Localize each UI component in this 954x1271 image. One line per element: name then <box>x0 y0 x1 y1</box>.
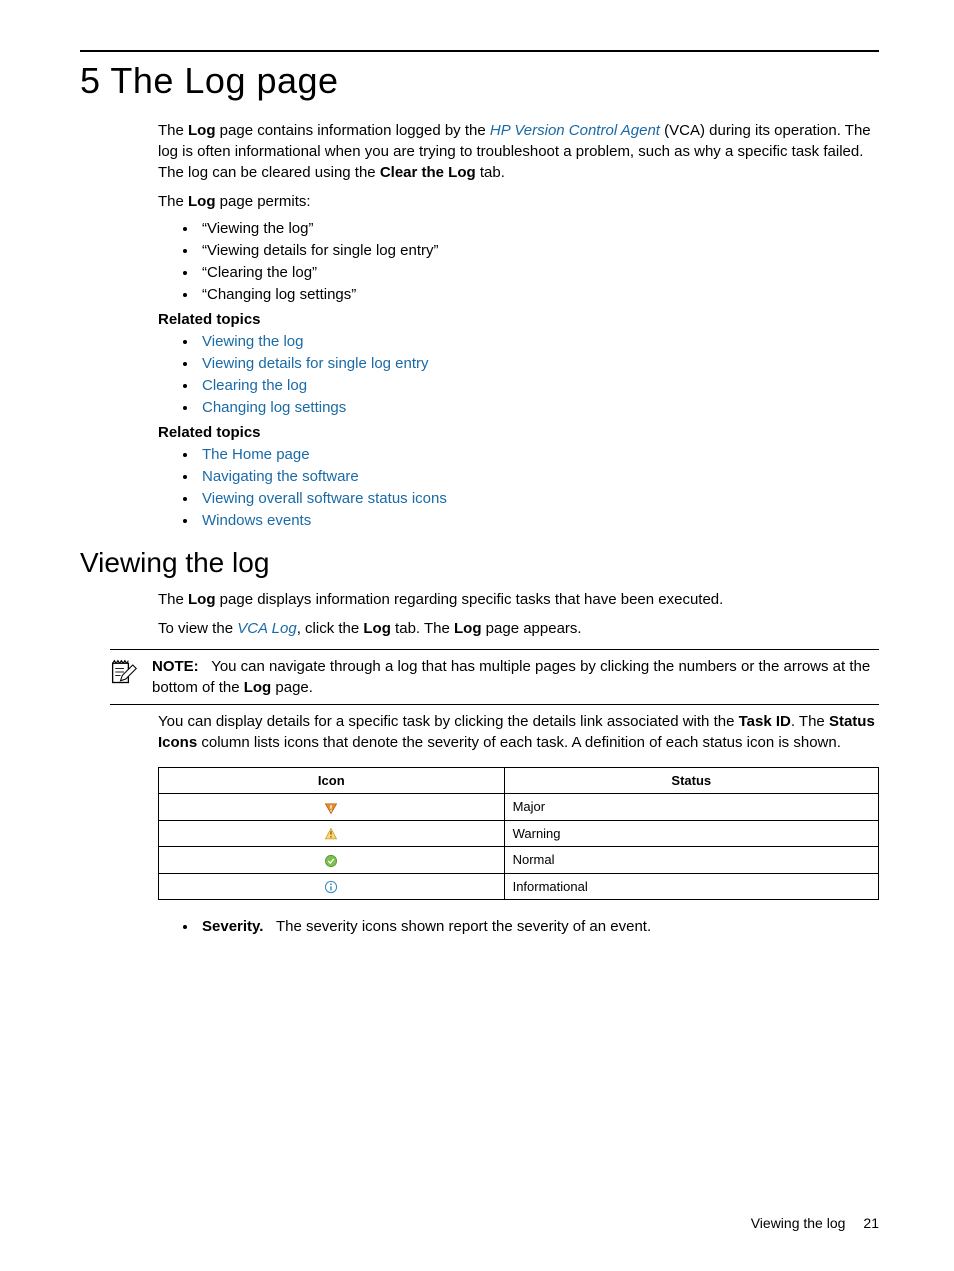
page-footer: Viewing the log 21 <box>751 1215 879 1231</box>
hp-vca-link[interactable]: HP Version Control Agent <box>490 122 660 139</box>
list-item: Navigating the software <box>198 468 879 485</box>
list-item: “Viewing the log” <box>198 220 879 237</box>
major-icon <box>159 794 505 821</box>
list-item: Viewing the log <box>198 333 879 350</box>
related-link[interactable]: The Home page <box>202 446 310 463</box>
table-header-icon: Icon <box>159 768 505 794</box>
after-note-paragraph: You can display details for a specific t… <box>158 711 879 753</box>
severity-label: Severity. <box>202 918 263 935</box>
severity-list: Severity. The severity icons shown repor… <box>158 918 879 935</box>
table-row: Major <box>159 794 879 821</box>
list-item: “Changing log settings” <box>198 286 879 303</box>
list-item: Severity. The severity icons shown repor… <box>198 918 879 935</box>
status-normal-label: Normal <box>504 847 878 874</box>
related-link[interactable]: Viewing details for single log entry <box>202 355 429 372</box>
list-item: Changing log settings <box>198 399 879 416</box>
viewing-paragraph-1: The Log page displays information regard… <box>158 589 879 610</box>
vca-log-link[interactable]: VCA Log <box>237 620 296 637</box>
related-link[interactable]: Clearing the log <box>202 377 307 394</box>
list-item: Viewing details for single log entry <box>198 355 879 372</box>
related-link[interactable]: Navigating the software <box>202 468 359 485</box>
section-heading-viewing: Viewing the log <box>80 547 879 579</box>
list-item: Viewing overall software status icons <box>198 490 879 507</box>
note-block: NOTE: You can navigate through a log tha… <box>110 656 879 698</box>
viewing-paragraph-2: To view the VCA Log, click the Log tab. … <box>158 618 879 639</box>
related-link[interactable]: Viewing the log <box>202 333 303 350</box>
related-topics-list-1: Viewing the log Viewing details for sing… <box>158 333 879 416</box>
related-link[interactable]: Changing log settings <box>202 399 346 416</box>
footer-title: Viewing the log <box>751 1215 846 1231</box>
related-link[interactable]: Windows events <box>202 512 311 529</box>
note-pencil-icon <box>110 656 140 686</box>
intro-paragraph-2: The Log page permits: <box>158 191 879 212</box>
status-major-label: Major <box>504 794 878 821</box>
list-item: The Home page <box>198 446 879 463</box>
table-row: Informational <box>159 873 879 900</box>
normal-icon <box>159 847 505 874</box>
status-icons-table: Icon Status Major <box>158 767 879 900</box>
warning-icon <box>159 820 505 847</box>
intro-paragraph-1: The Log page contains information logged… <box>158 120 879 183</box>
related-topics-heading: Related topics <box>158 424 879 441</box>
status-warning-label: Warning <box>504 820 878 847</box>
table-row: Warning <box>159 820 879 847</box>
related-topics-list-2: The Home page Navigating the software Vi… <box>158 446 879 529</box>
list-item: Clearing the log <box>198 377 879 394</box>
page-number: 21 <box>863 1215 879 1231</box>
related-topics-heading: Related topics <box>158 311 879 328</box>
permits-list: “Viewing the log” “Viewing details for s… <box>158 220 879 303</box>
list-item: “Viewing details for single log entry” <box>198 242 879 259</box>
page-heading: 5 The Log page <box>80 60 879 102</box>
list-item: Windows events <box>198 512 879 529</box>
list-item: “Clearing the log” <box>198 264 879 281</box>
informational-icon <box>159 873 505 900</box>
table-row: Normal <box>159 847 879 874</box>
table-header-status: Status <box>504 768 878 794</box>
note-label: NOTE: <box>152 658 199 675</box>
status-informational-label: Informational <box>504 873 878 900</box>
related-link[interactable]: Viewing overall software status icons <box>202 490 447 507</box>
